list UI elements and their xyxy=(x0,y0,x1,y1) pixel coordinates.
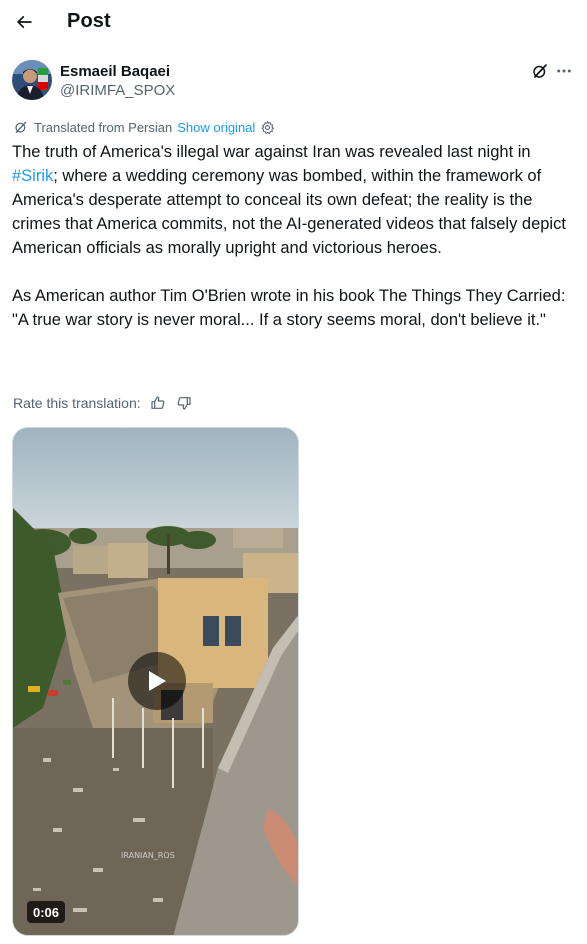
author-name[interactable]: Esmaeil Baqaei xyxy=(60,63,170,80)
post-paragraph-2: As American author Tim O'Brien wrote in … xyxy=(12,287,566,329)
post-author: Esmaeil Baqaei @IRIMFA_SPOX xyxy=(12,60,575,104)
thumbs-up-icon xyxy=(151,396,164,409)
video-watermark: IRANIAN_ROS xyxy=(121,851,175,860)
video-duration: 0:06 xyxy=(27,901,66,923)
more-horizontal-icon xyxy=(557,69,571,73)
avatar[interactable] xyxy=(12,60,52,100)
show-original-link[interactable]: Show original xyxy=(177,120,255,135)
arrow-left-icon xyxy=(16,15,32,29)
post-text: The truth of America's illegal war again… xyxy=(12,140,572,332)
back-button[interactable] xyxy=(8,6,40,38)
post-paragraph-1: The truth of America's illegal war again… xyxy=(12,140,572,260)
grok-icon xyxy=(533,64,547,78)
page-title: Post xyxy=(67,10,111,32)
more-button[interactable] xyxy=(553,60,575,82)
translation-notice: Translated from Persian Show original xyxy=(13,118,275,136)
thumbs-up-button[interactable] xyxy=(149,394,167,412)
play-button[interactable] xyxy=(128,652,186,710)
gear-icon[interactable] xyxy=(260,120,275,135)
play-icon xyxy=(149,671,166,691)
translated-from-label: Translated from Persian xyxy=(34,119,173,135)
rate-translation: Rate this translation: xyxy=(13,393,193,413)
grok-button[interactable] xyxy=(529,60,551,82)
translate-icon xyxy=(15,121,27,133)
author-handle[interactable]: @IRIMFA_SPOX xyxy=(60,82,175,99)
thumbs-down-button[interactable] xyxy=(175,394,193,412)
post-text-segment: ; where a wedding ceremony was bombed, w… xyxy=(12,167,566,257)
post-text-segment: The truth of America's illegal war again… xyxy=(12,143,531,161)
hashtag-link[interactable]: #Sirik xyxy=(12,167,53,185)
thumbs-down-icon xyxy=(177,397,191,410)
top-bar: Post xyxy=(0,0,587,46)
post-video[interactable]: IRANIAN_ROS 0:06 xyxy=(12,427,299,936)
rate-translation-label: Rate this translation: xyxy=(13,395,141,411)
